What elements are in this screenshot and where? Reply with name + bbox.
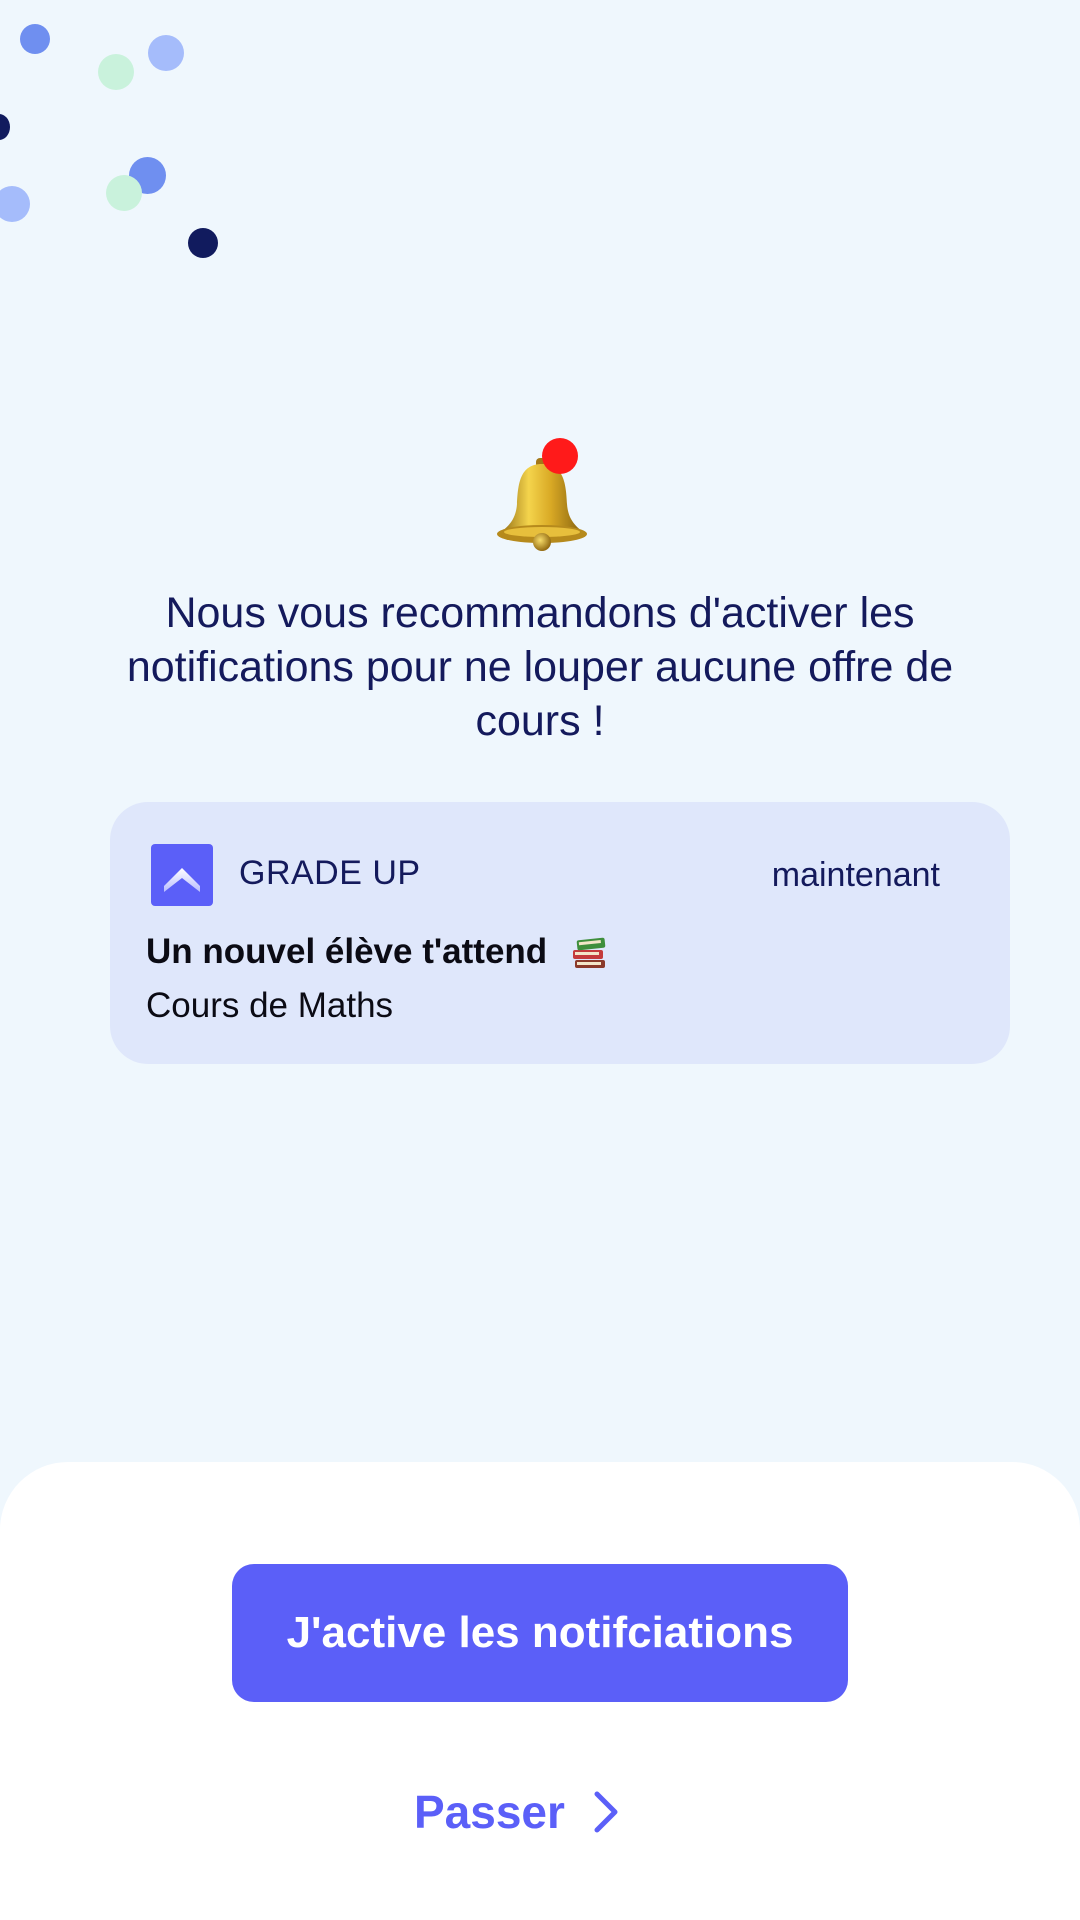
confetti-dot [106, 175, 142, 211]
notification-preview-card: GRADE UP maintenant Un nouvel élève t'at… [110, 802, 1010, 1064]
headline: Nous vous recommandons d'activer les not… [126, 589, 954, 745]
notification-time: maintenant [771, 856, 940, 894]
notification-title: Un nouvel élève t'attend [146, 932, 548, 971]
confetti-dot [20, 24, 50, 54]
confetti-dot [148, 35, 184, 71]
confetti-dot [98, 54, 134, 90]
confetti-dot [0, 186, 30, 222]
enable-notifications-button[interactable]: J'active les notifciations [232, 1564, 848, 1702]
bell-icon [490, 438, 594, 554]
confetti-dot [188, 228, 218, 258]
skip-button[interactable]: Passer [414, 1780, 621, 1844]
books-emoji-icon [571, 936, 607, 970]
grade-up-logo-icon [151, 844, 213, 906]
bottom-action-sheet: J'active les notifciations Passer [0, 1462, 1080, 1920]
confetti-dot [0, 114, 10, 140]
skip-label: Passer [414, 1786, 565, 1838]
app-name: GRADE UP [239, 854, 421, 892]
confetti-decoration [0, 0, 260, 280]
notification-body: Cours de Maths [146, 986, 394, 1025]
chevron-right-icon [591, 1790, 621, 1834]
